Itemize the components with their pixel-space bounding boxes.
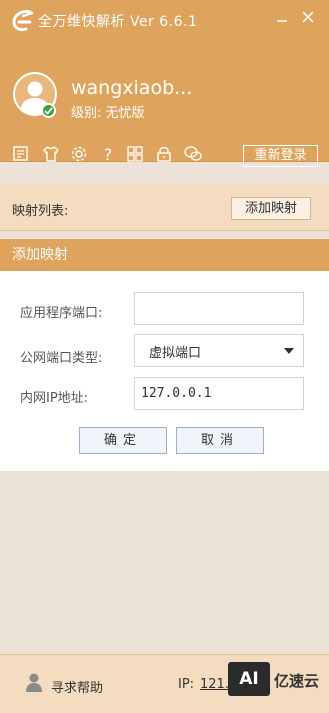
public-port-type-select[interactable]: 虚拟端口: [134, 334, 304, 367]
minimize-icon: [277, 20, 287, 22]
username: wangxiaob...: [71, 77, 193, 99]
help-icon[interactable]: ?: [99, 145, 117, 163]
help-label: 寻求帮助: [51, 681, 104, 696]
footer-bar: 寻求帮助 IP: 121.11.1.8 AI 亿速云: [0, 654, 329, 713]
close-button[interactable]: [296, 6, 320, 28]
mapping-list-label: 映射列表:: [12, 204, 69, 219]
notes-icon[interactable]: [12, 145, 30, 163]
title-header: 全万维快解析 Ver 6.6.1 wangxiaob... 级别: 无忧版 ?: [0, 0, 329, 167]
close-icon: [302, 11, 314, 23]
tshirt-icon[interactable]: [42, 145, 60, 163]
lan-ip-label: 内网IP地址:: [20, 391, 89, 406]
app-port-label: 应用程序端口:: [20, 306, 103, 321]
app-logo-icon: [12, 10, 34, 32]
minimize-button[interactable]: [270, 6, 294, 28]
chat-icon[interactable]: [184, 145, 202, 163]
app-port-input[interactable]: [134, 292, 304, 325]
watermark-box: AI: [228, 662, 270, 696]
watermark-text: 亿速云: [274, 672, 320, 690]
watermark-logo: AI 亿速云: [228, 662, 324, 696]
gear-icon[interactable]: [70, 145, 88, 163]
person-icon: [26, 673, 42, 692]
relogin-button[interactable]: 重新登录: [243, 145, 318, 167]
lan-ip-input[interactable]: 127.0.0.1: [134, 377, 304, 410]
mapping-list-bar: 映射列表: 添加映射: [0, 185, 329, 231]
lock-icon[interactable]: [155, 145, 173, 163]
public-port-type-value: 虚拟端口: [149, 346, 202, 361]
chevron-down-icon: [284, 348, 294, 354]
svg-text:?: ?: [104, 145, 113, 163]
confirm-button[interactable]: 确定: [79, 427, 167, 454]
mapping-list-area: [0, 471, 329, 654]
public-port-type-label: 公网端口类型:: [20, 351, 103, 366]
cancel-button[interactable]: 取消: [176, 427, 264, 454]
grid-icon[interactable]: [126, 145, 144, 163]
online-status-icon: [41, 103, 56, 118]
add-mapping-button[interactable]: 添加映射: [231, 197, 311, 220]
add-mapping-panel-title: 添加映射: [0, 239, 329, 271]
add-mapping-form: 应用程序端口: 公网端口类型: 虚拟端口 内网IP地址: 127.0.0.1 确…: [0, 271, 329, 471]
ip-label: IP:: [178, 677, 195, 692]
app-title: 全万维快解析 Ver 6.6.1: [38, 14, 198, 30]
user-level: 级别: 无忧版: [71, 106, 145, 121]
